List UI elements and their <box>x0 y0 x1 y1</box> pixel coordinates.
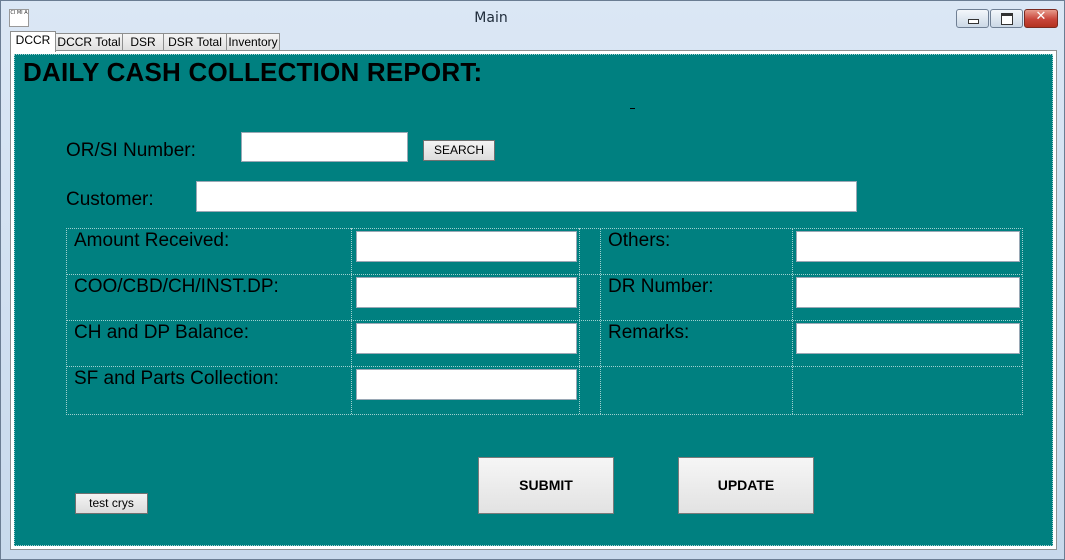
grid-divider <box>66 274 1022 275</box>
update-button[interactable]: UPDATE <box>678 457 814 514</box>
search-button[interactable]: SEARCH <box>423 140 495 161</box>
remarks-label: Remarks: <box>608 322 690 343</box>
sf-parts-collection-input[interactable] <box>356 369 577 400</box>
tab-dccr-total[interactable]: DCCR Total <box>55 33 123 51</box>
coo-cbd-ch-inst-dp-label: COO/CBD/CH/INST.DP: <box>74 276 279 297</box>
coo-cbd-ch-inst-dp-input[interactable] <box>356 277 577 308</box>
tab-dsr-total[interactable]: DSR Total <box>163 33 227 51</box>
close-button[interactable]: ✕ <box>1024 9 1058 28</box>
test-crys-button[interactable]: test crys <box>75 493 148 514</box>
title-bar[interactable]: CI MI A Main ✕ <box>1 1 1064 31</box>
ch-dp-balance-label: CH and DP Balance: <box>74 322 249 343</box>
dr-number-label: DR Number: <box>608 276 714 297</box>
tab-inventory[interactable]: Inventory <box>226 33 280 51</box>
tab-dsr[interactable]: DSR <box>122 33 164 51</box>
decorative-dot <box>630 106 635 109</box>
amount-received-label: Amount Received: <box>74 230 230 251</box>
close-icon: ✕ <box>1035 9 1047 24</box>
ch-dp-balance-input[interactable] <box>356 323 577 354</box>
grid-divider <box>351 228 352 414</box>
others-label: Others: <box>608 230 671 251</box>
grid-divider <box>66 366 1022 367</box>
window-title: Main <box>474 10 508 26</box>
amount-received-input[interactable] <box>356 231 577 262</box>
grid-divider <box>579 228 580 414</box>
others-input[interactable] <box>796 231 1020 262</box>
dr-number-input[interactable] <box>796 277 1020 308</box>
main-window: CI MI A Main ✕ DCCR DCCR Total DSR DSR T… <box>0 0 1065 560</box>
maximize-button[interactable] <box>990 9 1023 28</box>
or-si-number-label: OR/SI Number: <box>66 140 196 161</box>
grid-divider <box>66 320 1022 321</box>
submit-button[interactable]: SUBMIT <box>478 457 614 514</box>
grid-divider <box>792 228 793 414</box>
minimize-button[interactable] <box>956 9 989 28</box>
tab-dccr[interactable]: DCCR <box>10 31 56 52</box>
grid-divider <box>600 228 601 414</box>
sf-parts-collection-label: SF and Parts Collection: <box>74 368 279 389</box>
minimize-icon <box>968 19 979 24</box>
maximize-icon <box>1001 13 1013 25</box>
remarks-input[interactable] <box>796 323 1020 354</box>
customer-input[interactable] <box>196 181 857 212</box>
or-si-number-input[interactable] <box>241 132 408 162</box>
customer-label: Customer: <box>66 189 154 210</box>
page-title: DAILY CASH COLLECTION REPORT: <box>23 57 483 87</box>
